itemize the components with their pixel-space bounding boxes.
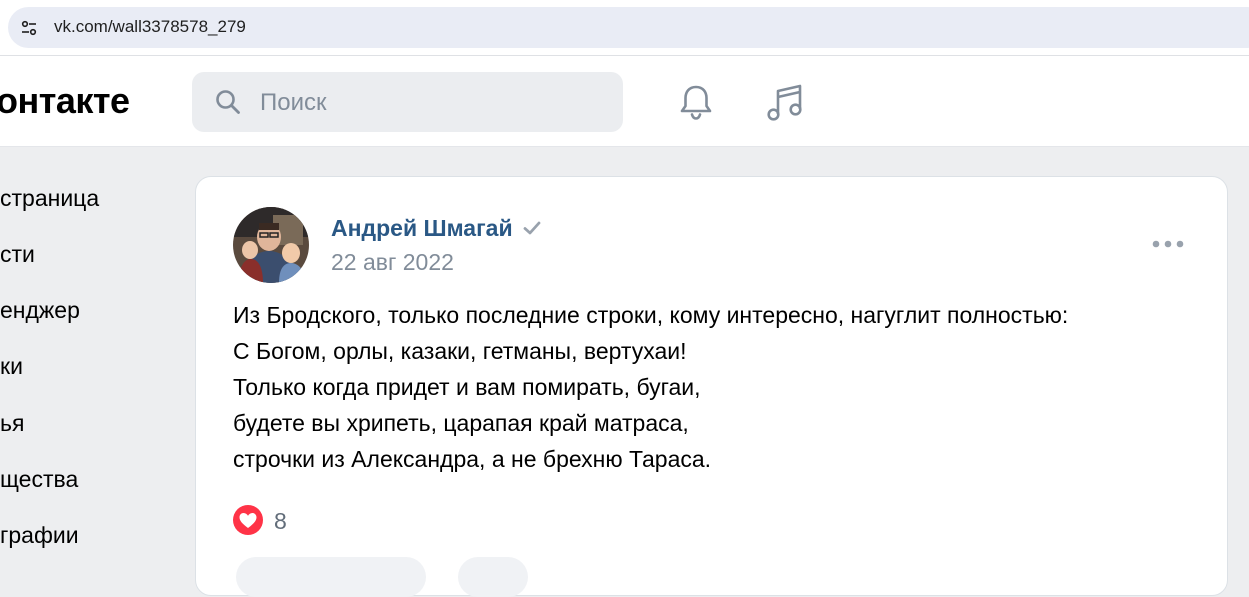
search-input[interactable] [258,86,602,120]
bell-icon[interactable] [676,82,716,122]
post-text-line: будете вы хрипеть, царапая край матраса, [233,410,689,436]
menu-item-news[interactable]: сти [0,234,35,274]
menu-item-my-page[interactable]: страница [0,178,99,218]
browser-address-bar: vk.com/wall3378578_279 [0,0,1249,56]
url-text[interactable]: vk.com/wall3378578_279 [54,17,246,37]
left-menu: страница сти енджер ки ья щества графии [0,148,190,562]
post-text-line: Только когда придет и вам помирать, буга… [233,374,701,400]
wall-post: Андрей Шмагай 22 авг 2022 Из Бродского, … [195,176,1228,597]
author-name-link[interactable]: Андрей Шмагай [331,215,513,242]
search-box[interactable] [192,72,623,132]
share-button[interactable] [458,557,528,597]
like-button[interactable]: 8 [232,504,292,538]
post-text: Из Бродского, только последние строки, к… [233,297,1193,477]
site-info-icon[interactable] [20,19,38,37]
like-count: 8 [274,508,287,534]
post-text-line: Из Бродского, только последние строки, к… [233,302,1069,328]
site-header: онтакте [0,56,1249,147]
more-options-icon[interactable] [1151,239,1185,249]
menu-item-photos[interactable]: графии [0,515,79,555]
menu-item-friends[interactable]: ья [0,403,24,443]
post-text-line: строчки из Александра, а не брехню Тарас… [233,446,712,472]
menu-item-communities[interactable]: щества [0,459,78,499]
site-logo[interactable]: онтакте [0,80,130,122]
post-text-line: С Богом, орлы, казаки, гетманы, вертухаи… [233,338,687,364]
post-date-link[interactable]: 22 авг 2022 [331,249,454,276]
verified-check-icon [523,221,541,235]
music-icon[interactable] [764,81,806,123]
menu-item-messenger[interactable]: енджер [0,290,80,330]
comment-button[interactable] [236,557,426,597]
menu-item-calls[interactable]: ки [0,346,23,386]
author-avatar[interactable] [233,207,309,283]
heart-icon [233,505,263,535]
search-icon [216,90,240,114]
